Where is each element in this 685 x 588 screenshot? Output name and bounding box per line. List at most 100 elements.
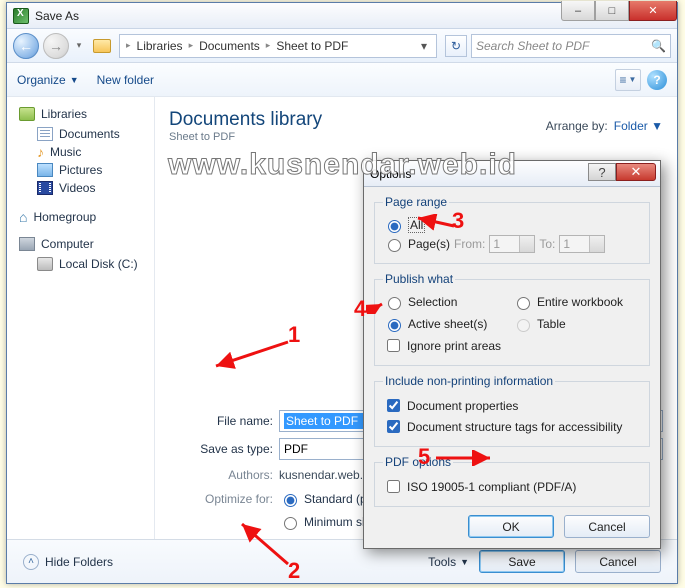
radio-label: Selection bbox=[408, 295, 457, 309]
breadcrumb-segment[interactable]: Sheet to PDF bbox=[274, 39, 350, 53]
videos-icon bbox=[37, 181, 53, 195]
sidebar-homegroup[interactable]: ⌂Homegroup bbox=[19, 209, 150, 225]
radio-label: Table bbox=[537, 317, 566, 331]
group-legend: Include non-printing information bbox=[383, 374, 555, 388]
forward-button[interactable]: → bbox=[43, 33, 69, 59]
breadcrumb[interactable]: ▸ Libraries ▸ Documents ▸ Sheet to PDF ▾ bbox=[119, 34, 437, 58]
arrange-value[interactable]: Folder ▼ bbox=[614, 119, 663, 133]
dialog-close-button[interactable]: ✕ bbox=[616, 163, 656, 181]
chevron-down-icon: ▼ bbox=[70, 75, 79, 85]
tools-menu[interactable]: Tools ▼ bbox=[428, 555, 469, 569]
cancel-button[interactable]: Cancel bbox=[575, 550, 661, 573]
publish-entire-workbook-radio[interactable]: Entire workbook bbox=[512, 294, 641, 310]
radio-icon[interactable] bbox=[388, 220, 401, 233]
checkbox-label: Document structure tags for accessibilit… bbox=[407, 420, 622, 434]
hide-folders-label: Hide Folders bbox=[45, 555, 113, 569]
dialog-cancel-button[interactable]: Cancel bbox=[564, 515, 650, 538]
sidebar-label: Computer bbox=[41, 237, 94, 251]
authors-label: Authors: bbox=[167, 468, 273, 482]
publish-active-sheets-radio[interactable]: Active sheet(s) bbox=[383, 316, 512, 332]
sidebar-label: Local Disk (C:) bbox=[59, 257, 138, 271]
hide-folders-button[interactable]: ˄ Hide Folders bbox=[23, 554, 113, 570]
checkbox-icon[interactable] bbox=[387, 420, 400, 433]
refresh-button[interactable]: ↻ bbox=[445, 35, 467, 57]
page-range-all-radio[interactable]: All bbox=[383, 217, 641, 233]
chevron-down-icon: ▼ bbox=[460, 557, 469, 567]
dialog-body: Page range All Page(s) From: 1 To: 1 Pub… bbox=[364, 187, 660, 548]
checkbox-icon[interactable] bbox=[387, 399, 400, 412]
checkbox-icon[interactable] bbox=[387, 339, 400, 352]
sidebar-label: Libraries bbox=[41, 107, 87, 121]
group-legend: Publish what bbox=[383, 272, 455, 286]
watermark-text: www.kusnendar.web.id bbox=[168, 148, 517, 182]
sidebar-label: Pictures bbox=[59, 163, 102, 177]
save-button[interactable]: Save bbox=[479, 550, 565, 573]
document-icon bbox=[37, 127, 53, 141]
titlebar: Save As – □ ✕ bbox=[7, 3, 677, 29]
homegroup-icon: ⌂ bbox=[19, 209, 27, 225]
new-folder-button[interactable]: New folder bbox=[97, 73, 154, 87]
radio-icon bbox=[517, 319, 530, 332]
doc-properties-checkbox[interactable]: Document properties bbox=[383, 396, 641, 415]
maximize-button[interactable]: □ bbox=[595, 1, 629, 21]
sidebar-item-documents[interactable]: Documents bbox=[19, 125, 150, 143]
radio-icon[interactable] bbox=[388, 319, 401, 332]
chevron-right-icon: ▸ bbox=[264, 40, 273, 51]
search-placeholder: Search Sheet to PDF bbox=[476, 39, 589, 53]
sidebar-label: Music bbox=[50, 145, 81, 159]
structure-tags-checkbox[interactable]: Document structure tags for accessibilit… bbox=[383, 417, 641, 436]
sidebar-item-videos[interactable]: Videos bbox=[19, 179, 150, 197]
libraries-icon bbox=[19, 107, 35, 121]
sidebar-item-music[interactable]: ♪Music bbox=[19, 143, 150, 161]
window-controls: – □ ✕ bbox=[561, 1, 677, 21]
chevron-up-icon: ˄ bbox=[23, 554, 39, 570]
close-button[interactable]: ✕ bbox=[629, 1, 677, 21]
tools-label: Tools bbox=[428, 555, 456, 569]
computer-icon bbox=[19, 237, 35, 251]
iso-compliant-checkbox[interactable]: ISO 19005-1 compliant (PDF/A) bbox=[383, 477, 641, 496]
breadcrumb-segment[interactable]: Documents bbox=[197, 39, 262, 53]
pdf-options-group: PDF options ISO 19005-1 compliant (PDF/A… bbox=[374, 455, 650, 507]
to-spinner: 1 bbox=[559, 235, 605, 253]
ok-button[interactable]: OK bbox=[468, 515, 554, 538]
organize-label: Organize bbox=[17, 73, 66, 87]
sidebar-computer[interactable]: Computer bbox=[19, 237, 150, 251]
authors-value[interactable]: kusnendar.web.id bbox=[279, 468, 372, 482]
breadcrumb-dropdown[interactable]: ▾ bbox=[416, 39, 432, 53]
checkbox-icon[interactable] bbox=[387, 480, 400, 493]
search-input[interactable]: Search Sheet to PDF 🔍 bbox=[471, 34, 671, 58]
help-button[interactable]: ? bbox=[647, 70, 667, 90]
ignore-print-areas-checkbox[interactable]: Ignore print areas bbox=[383, 336, 641, 355]
radio-icon[interactable] bbox=[517, 297, 530, 310]
nav-bar: ← → ▾ ▸ Libraries ▸ Documents ▸ Sheet to… bbox=[7, 29, 677, 63]
radio-icon[interactable] bbox=[284, 517, 297, 530]
radio-icon[interactable] bbox=[284, 494, 297, 507]
minimize-button[interactable]: – bbox=[561, 1, 595, 21]
radio-label: Page(s) bbox=[408, 237, 450, 251]
pictures-icon bbox=[37, 163, 53, 177]
dialog-help-button[interactable]: ? bbox=[588, 163, 616, 181]
sidebar-item-pictures[interactable]: Pictures bbox=[19, 161, 150, 179]
page-range-pages-radio[interactable]: Page(s) From: 1 To: 1 bbox=[383, 235, 641, 253]
file-name-label: File name: bbox=[167, 414, 273, 428]
page-range-group: Page range All Page(s) From: 1 To: 1 bbox=[374, 195, 650, 264]
arrange-by: Arrange by: Folder ▼ bbox=[546, 119, 663, 133]
sidebar-libraries[interactable]: Libraries bbox=[19, 107, 150, 121]
sidebar: Libraries Documents ♪Music Pictures Vide… bbox=[7, 97, 155, 583]
organize-menu[interactable]: Organize ▼ bbox=[17, 73, 79, 87]
radio-icon[interactable] bbox=[388, 297, 401, 310]
history-dropdown[interactable]: ▾ bbox=[73, 40, 85, 51]
breadcrumb-segment[interactable]: Libraries bbox=[135, 39, 185, 53]
arrange-value-text: Folder bbox=[614, 119, 648, 133]
optimize-label: Optimize for: bbox=[167, 492, 273, 506]
sidebar-item-local-disk[interactable]: Local Disk (C:) bbox=[19, 255, 150, 273]
publish-selection-radio[interactable]: Selection bbox=[383, 294, 512, 310]
window-title: Save As bbox=[35, 9, 79, 23]
back-button[interactable]: ← bbox=[13, 33, 39, 59]
checkbox-label: ISO 19005-1 compliant (PDF/A) bbox=[407, 480, 576, 494]
list-icon: ≡ bbox=[620, 73, 627, 87]
radio-icon[interactable] bbox=[388, 239, 401, 252]
from-label: From: bbox=[454, 237, 485, 251]
view-mode-button[interactable]: ≡▼ bbox=[615, 69, 641, 91]
chevron-right-icon: ▸ bbox=[124, 40, 133, 51]
